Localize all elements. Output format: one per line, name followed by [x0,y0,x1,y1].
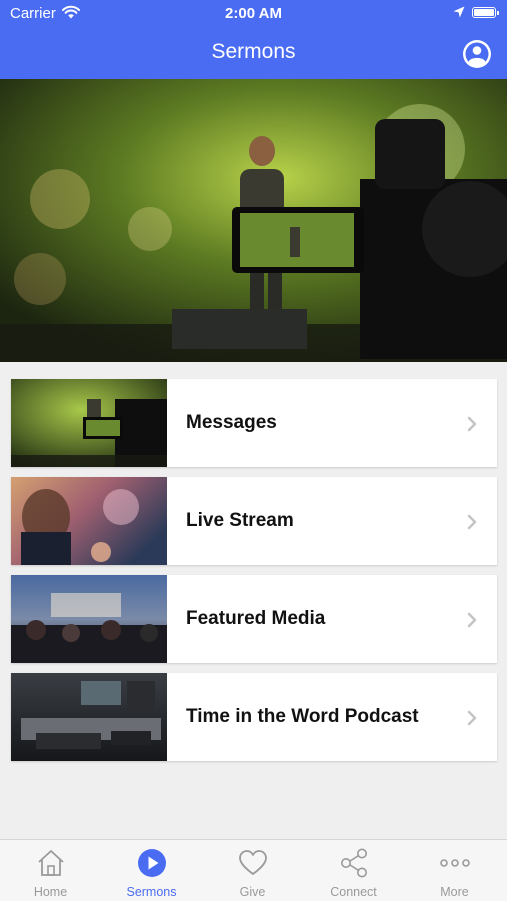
tab-sermons-label: Sermons [126,885,177,899]
messages-thumbnail [11,379,167,467]
heart-icon [239,850,267,875]
tab-give[interactable]: Give [202,840,303,901]
tab-give-label: Give [239,885,266,899]
tab-more[interactable]: More [404,840,505,901]
profile-icon[interactable] [462,39,492,69]
podcast-thumbnail [11,673,167,761]
chevron-right-icon [467,612,477,628]
featured-media-label: Featured Media [186,608,326,629]
battery-icon [472,7,499,18]
messages-label: Messages [186,412,277,433]
list-item-live-stream[interactable]: Live Stream [11,477,497,565]
home-icon [38,850,64,876]
podcast-label: Time in the Word Podcast [186,706,419,727]
navigation-bar: Carrier 2:00 AM Sermons [0,0,507,79]
featured-media-thumbnail [11,575,167,663]
location-arrow-icon [453,6,465,18]
more-icon [440,859,470,867]
hero-image [0,79,507,362]
tab-bar: Home Sermons Give Connect More [0,839,507,901]
list-item-podcast[interactable]: Time in the Word Podcast [11,673,497,761]
tab-connect[interactable]: Connect [303,840,404,901]
tab-connect-label: Connect [330,885,377,899]
chevron-right-icon [467,514,477,530]
play-icon [138,849,166,877]
chevron-right-icon [467,710,477,726]
page-title: Sermons [211,40,296,63]
tab-more-label: More [440,885,469,899]
tab-home[interactable]: Home [0,840,101,901]
tab-home-label: Home [33,885,68,899]
tab-sermons[interactable]: Sermons [101,840,202,901]
chevron-right-icon [467,416,477,432]
sermons-menu: Messages Live Stream Featured Media Time… [11,379,497,771]
share-icon [341,848,367,878]
list-item-featured-media[interactable]: Featured Media [11,575,497,663]
live-stream-thumbnail [11,477,167,565]
live-stream-label: Live Stream [186,510,294,531]
status-bar: Carrier 2:00 AM [0,0,507,28]
list-item-messages[interactable]: Messages [11,379,497,467]
clock: 2:00 AM [225,5,282,22]
